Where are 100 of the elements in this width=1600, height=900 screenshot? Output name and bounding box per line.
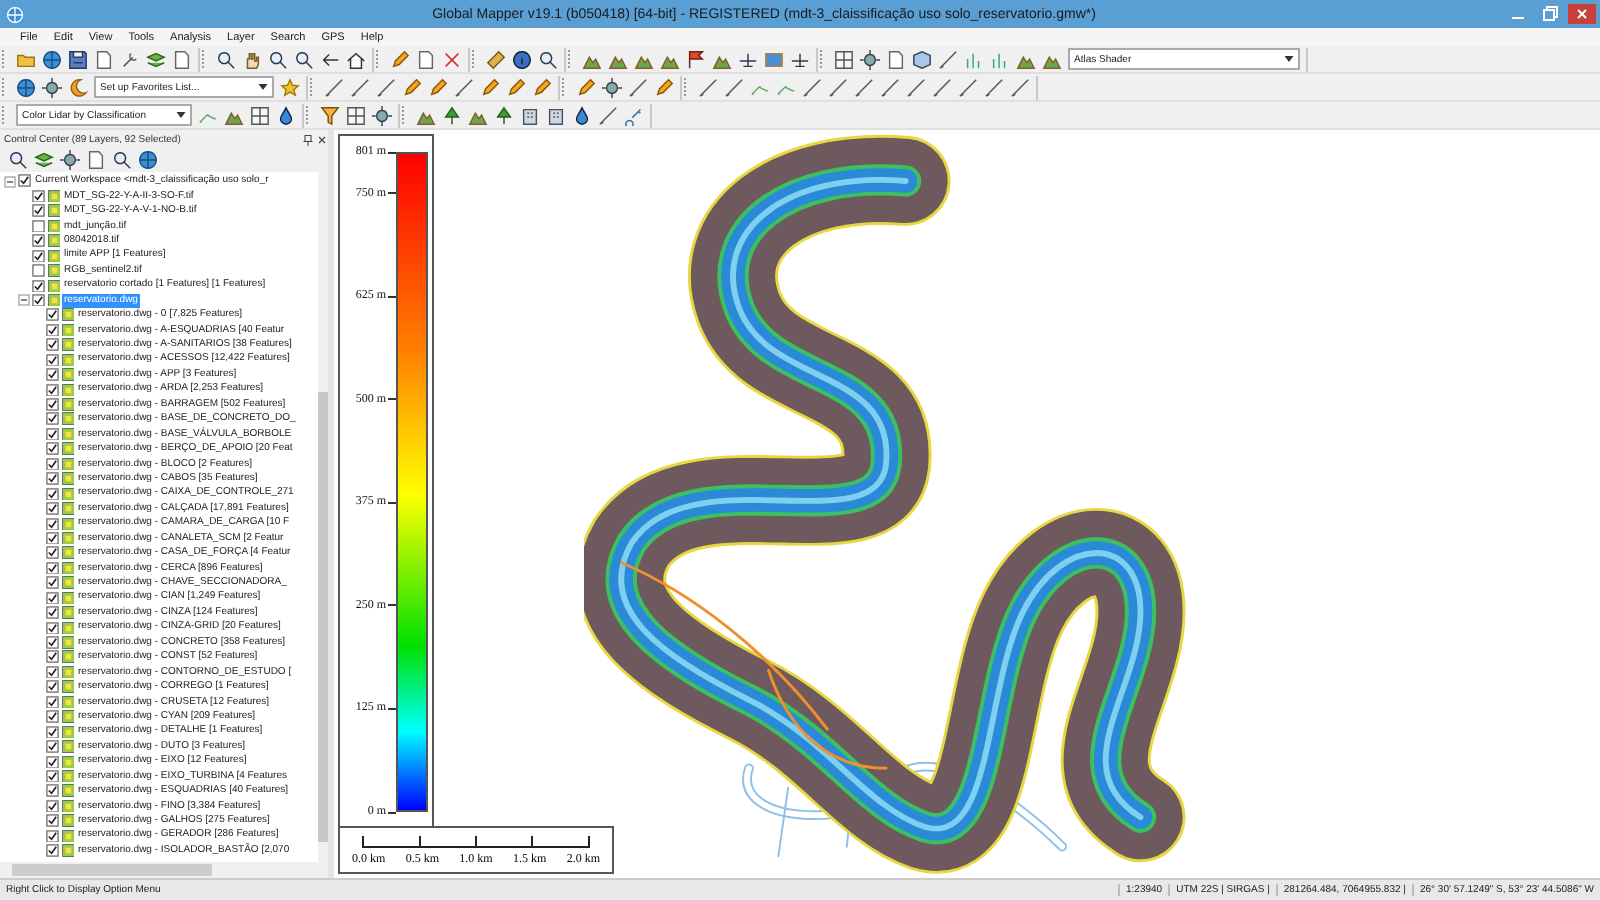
magnifier-icon[interactable]: [112, 150, 132, 170]
checkbox[interactable]: [46, 621, 59, 635]
checkbox[interactable]: [46, 338, 59, 352]
checkbox[interactable]: [32, 204, 45, 218]
checkbox[interactable]: [46, 844, 59, 858]
grid-icon[interactable]: [834, 49, 854, 69]
checkbox[interactable]: [46, 814, 59, 828]
checkbox[interactable]: [32, 219, 45, 233]
checkbox[interactable]: [46, 502, 59, 516]
line-icon[interactable]: [802, 77, 822, 97]
checkbox[interactable]: [46, 769, 59, 783]
checkbox[interactable]: [18, 174, 31, 188]
building-icon[interactable]: [546, 105, 566, 125]
globe-icon[interactable]: [138, 150, 158, 170]
checkbox[interactable]: [46, 829, 59, 843]
line-icon[interactable]: [454, 77, 474, 97]
checkbox[interactable]: [46, 606, 59, 620]
expander-icon[interactable]: [4, 175, 16, 188]
hand-icon[interactable]: [242, 49, 262, 69]
wrench-icon[interactable]: [120, 49, 140, 69]
arrow-icon[interactable]: [320, 49, 340, 69]
checkbox[interactable]: [32, 189, 45, 203]
star-icon[interactable]: [280, 77, 300, 97]
checkbox[interactable]: [46, 650, 59, 664]
line-icon[interactable]: [350, 77, 370, 97]
save-icon[interactable]: [68, 49, 88, 69]
checkbox[interactable]: [46, 636, 59, 650]
checkbox[interactable]: [46, 472, 59, 486]
checkbox[interactable]: [46, 710, 59, 724]
checkbox[interactable]: [46, 442, 59, 456]
checkbox[interactable]: [46, 323, 59, 337]
drop-icon[interactable]: [276, 105, 296, 125]
checkbox[interactable]: [46, 576, 59, 590]
checkbox[interactable]: [32, 234, 45, 248]
magnifier-icon[interactable]: [216, 49, 236, 69]
checkbox[interactable]: [46, 561, 59, 575]
checkbox[interactable]: [46, 665, 59, 679]
magnifier-icon[interactable]: [538, 49, 558, 69]
checkbox[interactable]: [46, 591, 59, 605]
magnifier-icon[interactable]: [8, 150, 28, 170]
line-icon[interactable]: [854, 77, 874, 97]
line-icon[interactable]: [598, 105, 618, 125]
checkbox[interactable]: [46, 546, 59, 560]
line-icon[interactable]: [958, 77, 978, 97]
checkbox[interactable]: [32, 293, 45, 307]
expander-icon[interactable]: [18, 294, 30, 307]
checkbox[interactable]: [46, 457, 59, 471]
bars-icon[interactable]: [990, 49, 1010, 69]
checkbox[interactable]: [46, 383, 59, 397]
checkbox[interactable]: [46, 695, 59, 709]
checkbox[interactable]: [46, 398, 59, 412]
checkbox[interactable]: [46, 427, 59, 441]
info-icon[interactable]: [512, 49, 532, 69]
line-icon[interactable]: [628, 77, 648, 97]
checkbox[interactable]: [46, 784, 59, 798]
line-icon[interactable]: [324, 77, 344, 97]
checkbox[interactable]: [46, 740, 59, 754]
close-icon[interactable]: [1568, 4, 1596, 24]
checkbox[interactable]: [32, 249, 45, 263]
grid-icon[interactable]: [346, 105, 366, 125]
magnifier-icon[interactable]: [268, 49, 288, 69]
checkbox[interactable]: [46, 353, 59, 367]
checkbox[interactable]: [46, 487, 59, 501]
moon-icon[interactable]: [68, 77, 88, 97]
checkbox[interactable]: [46, 308, 59, 322]
line-icon[interactable]: [376, 77, 396, 97]
layers-icon[interactable]: [146, 49, 166, 69]
drop-icon[interactable]: [572, 105, 592, 125]
line-icon[interactable]: [724, 77, 744, 97]
line-icon[interactable]: [932, 77, 952, 97]
tree-icon[interactable]: [442, 105, 462, 125]
checkbox[interactable]: [46, 531, 59, 545]
magnifier-icon[interactable]: [294, 49, 314, 69]
cross-icon[interactable]: [442, 49, 462, 69]
grid-icon[interactable]: [250, 105, 270, 125]
globe-icon[interactable]: [42, 49, 62, 69]
home-icon[interactable]: [346, 49, 366, 69]
globe-icon[interactable]: [16, 77, 36, 97]
line-icon[interactable]: [828, 77, 848, 97]
pin-icon[interactable]: [302, 133, 314, 145]
checkbox[interactable]: [46, 755, 59, 769]
line-icon[interactable]: [906, 77, 926, 97]
line-icon[interactable]: [984, 77, 1004, 97]
line-icon[interactable]: [698, 77, 718, 97]
checkbox[interactable]: [46, 725, 59, 739]
layers-icon[interactable]: [34, 150, 54, 170]
checkbox[interactable]: [32, 264, 45, 278]
close-icon[interactable]: [316, 133, 328, 145]
line-icon[interactable]: [1010, 77, 1030, 97]
building-icon[interactable]: [520, 105, 540, 125]
checkbox[interactable]: [46, 368, 59, 382]
checkbox[interactable]: [46, 799, 59, 813]
flag-icon[interactable]: [686, 49, 706, 69]
checkbox[interactable]: [46, 680, 59, 694]
checkbox[interactable]: [32, 279, 45, 293]
key-icon[interactable]: [624, 105, 644, 125]
tree-icon[interactable]: [494, 105, 514, 125]
line-icon[interactable]: [938, 49, 958, 69]
checkbox[interactable]: [46, 517, 59, 531]
line-icon[interactable]: [880, 77, 900, 97]
